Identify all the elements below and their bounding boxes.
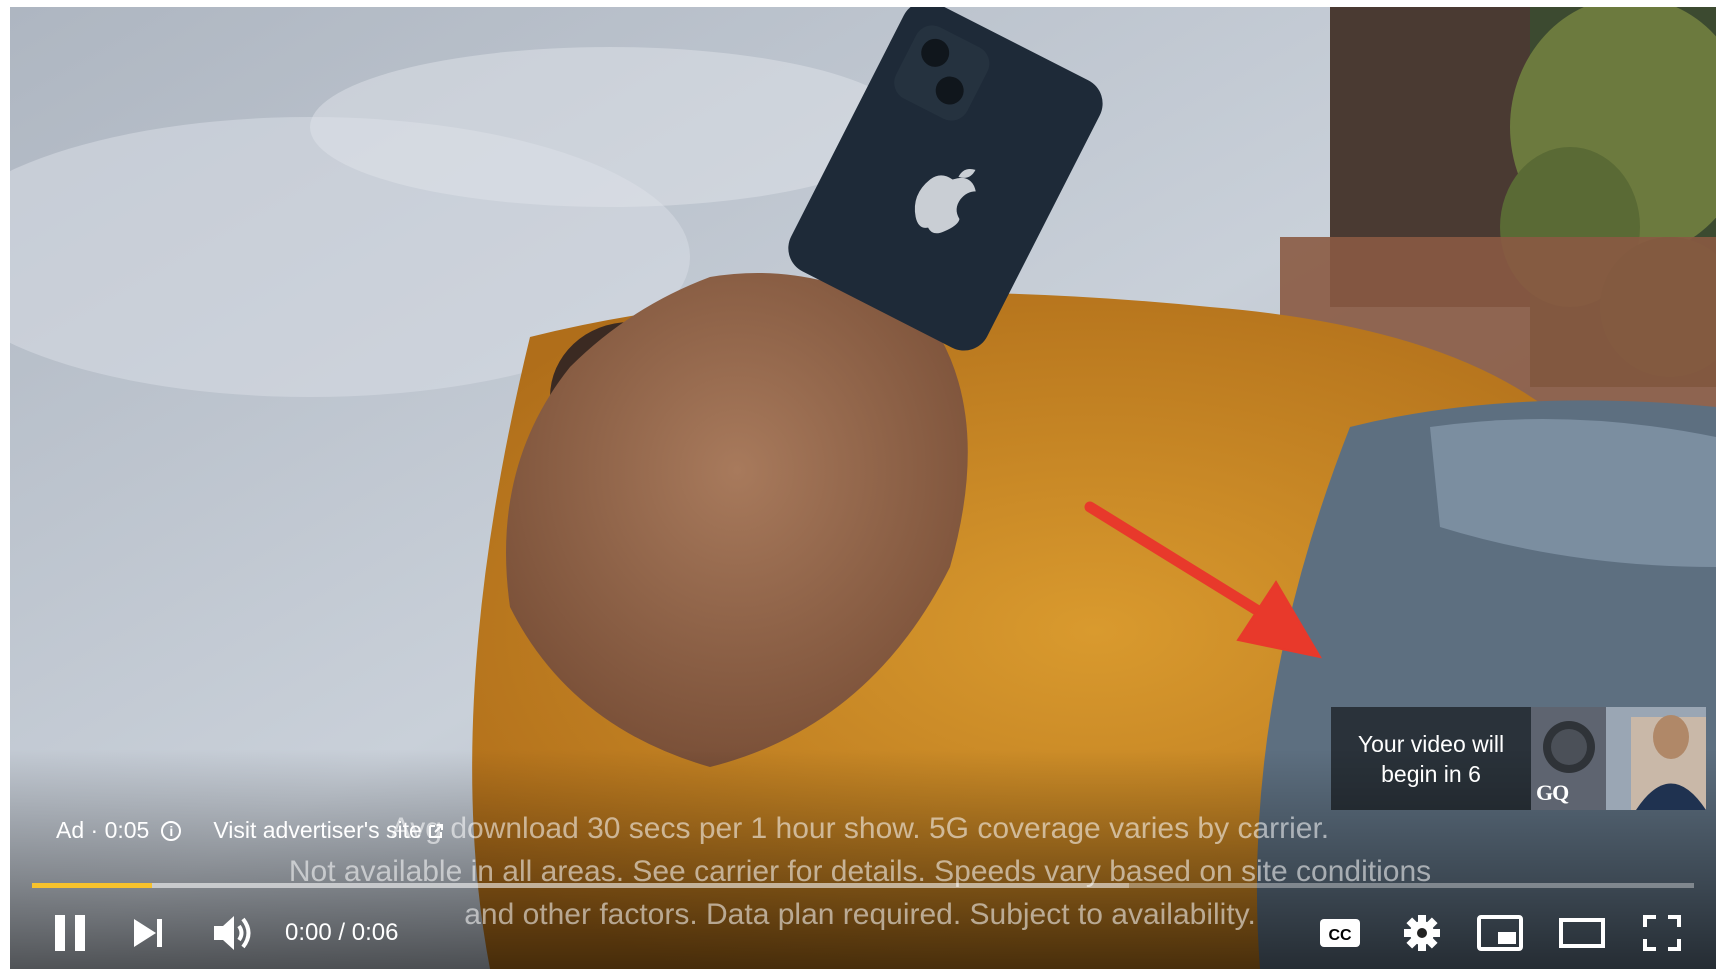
progress-buffered [32,883,1129,888]
fullscreen-button[interactable] [1632,905,1692,961]
ad-countdown: Ad · 0:05 [56,817,150,843]
theater-mode-button[interactable] [1550,905,1614,961]
progress-played [32,883,152,888]
pause-icon [55,915,85,951]
ad-info-bar: Ad · 0:05 i Visit advertiser's site [56,817,444,844]
video-begins-line-2: begin in 6 [1381,760,1481,787]
visit-advertiser-link[interactable]: Visit advertiser's site [213,817,443,844]
svg-text:CC: CC [1328,927,1352,944]
next-video-thumbnail: GQ [1531,707,1706,810]
settings-icon [1404,915,1440,951]
external-link-icon [428,823,443,838]
video-begins-preview[interactable]: Your video will begin in 6 GQ [1331,707,1706,810]
miniplayer-icon [1477,915,1523,951]
video-begins-line-1: Your video will [1357,730,1505,757]
fullscreen-icon [1643,915,1681,951]
time-display: 0:00 / 0:06 [285,919,399,946]
video-player[interactable]: Avg download 30 secs per 1 hour show. 5G… [10,7,1716,969]
volume-button[interactable] [206,905,262,961]
next-button[interactable] [122,905,174,961]
captions-button[interactable]: CC [1310,905,1370,961]
settings-button[interactable] [1392,905,1452,961]
progress-bar[interactable] [32,883,1694,888]
miniplayer-button[interactable] [1470,905,1530,961]
info-icon[interactable]: i [161,820,182,841]
next-icon [134,919,162,947]
video-begins-text: Your video will begin in 6 [1331,707,1531,810]
gq-logo: GQ [1536,780,1569,805]
player-controls: 0:00 / 0:06 CC [10,905,1716,961]
volume-icon [214,916,251,950]
visit-advertiser-label: Visit advertiser's site [213,817,422,843]
pause-button[interactable] [44,905,96,961]
theater-icon [1559,918,1605,948]
cc-icon: CC [1320,919,1360,947]
